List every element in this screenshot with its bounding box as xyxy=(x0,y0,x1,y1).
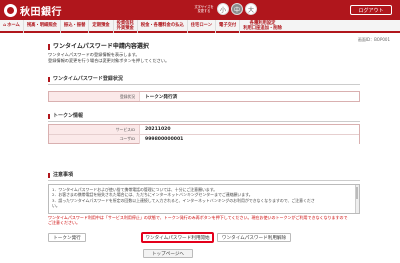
font-size-small-button[interactable]: 小 xyxy=(217,3,229,15)
service-id-label: サービスID xyxy=(115,126,135,132)
nav-foreign-deposit-label: 外貨預金 xyxy=(116,25,134,31)
registration-section-title: ワンタイムパスワード登録状況 xyxy=(48,77,123,82)
notice-scrollbar-thumb[interactable] xyxy=(356,187,358,199)
user-id-value: 999800000001 xyxy=(139,134,359,144)
section-divider xyxy=(48,84,360,85)
section-divider xyxy=(48,180,360,181)
registration-label: 登録状況 xyxy=(119,93,135,99)
header-bar: 秋田銀行 文字サイズを変更する 小 中 大 ログアウト xyxy=(0,0,400,20)
warning-text: ワンタイムパスワード利用中は「サービス利用停止」の状態で、トークン発行のみ再ボタ… xyxy=(48,215,363,225)
token-issue-button[interactable]: トークン発行 xyxy=(48,233,86,242)
page-description: ワンタイムパスワードの登録情報を表示します。 登録情報の変更を行う場合は変更対象… xyxy=(48,52,169,63)
font-size-label: 文字サイズを変更する xyxy=(194,5,214,13)
nav-e-delivery[interactable]: 電子交付 xyxy=(216,20,241,33)
nav-home[interactable]: ⌂ ホーム xyxy=(0,20,24,33)
section-divider xyxy=(48,121,360,122)
bank-name: 秋田銀行 xyxy=(20,7,62,18)
logout-button[interactable]: ログアウト xyxy=(350,5,392,15)
otp-start-button[interactable]: ワンタイムパスワード利用開始 xyxy=(141,232,214,243)
font-size-switcher: 文字サイズを変更する 小 中 大 xyxy=(193,3,257,15)
service-id-value: 20211020 xyxy=(139,125,359,134)
table-row: ユーザID 999800000001 xyxy=(49,134,359,144)
notice-line: 3．誤ったワンタイムパスワードを所定の回数以上連続して入力されると、インターネッ… xyxy=(52,197,315,203)
token-table: サービスID 20211020 ユーザID 999800000001 xyxy=(48,124,360,144)
nav-housing-loan[interactable]: 住宅ローン xyxy=(188,20,217,33)
table-row: サービスID 20211020 xyxy=(49,125,359,134)
bank-logo[interactable]: 秋田銀行 xyxy=(4,3,62,18)
notice-section-title: 注意事項 xyxy=(48,173,73,178)
registration-value: トークン発行済 xyxy=(139,92,359,101)
page-title: ワンタイムパスワード申請内容選択 xyxy=(48,44,149,50)
warning-line-2: ご注意ください。 xyxy=(48,220,80,226)
screen-id: 画面ID：BOP001 xyxy=(357,37,390,42)
nav-time-deposit[interactable]: 定期預金 xyxy=(89,20,114,33)
main-nav: ⌂ ホーム 残高・明細照会 振込・振替 定期預金 投資信託 外貨預金 税金・各種… xyxy=(0,20,400,33)
notice-scroll-box[interactable]: 1．ワンタイムパスワードおよび使い捨て携帯電話の管理については、十分にご注意願い… xyxy=(48,184,360,214)
bank-logo-mark-icon xyxy=(4,4,17,17)
font-size-medium-button[interactable]: 中 xyxy=(231,3,243,15)
registration-table: 登録状況 トークン発行済 xyxy=(48,91,360,102)
page-description-line-2: 登録情報の変更を行う場合は変更対象ボタンを押してください。 xyxy=(48,57,170,63)
nav-account-add-label: 利用口座追加・削除 xyxy=(243,25,282,31)
nav-settings[interactable]: 各種利用設定 利用口座追加・削除 xyxy=(240,20,285,33)
top-page-button[interactable]: トップページへ xyxy=(143,249,193,258)
nav-transfer[interactable]: 振込・振替 xyxy=(61,20,90,33)
home-icon: ⌂ xyxy=(3,23,7,29)
nav-investment[interactable]: 投資信託 外貨預金 xyxy=(114,20,138,33)
notice-line: い。 xyxy=(52,202,60,208)
nav-home-label: ホーム xyxy=(7,23,20,29)
nav-balance[interactable]: 残高・明細照会 xyxy=(24,20,61,33)
registration-row: 登録状況 トークン発行済 xyxy=(49,92,359,101)
font-size-large-button[interactable]: 大 xyxy=(245,3,257,15)
nav-tax-payment[interactable]: 税金・各種料金の払込 xyxy=(138,20,188,33)
warning-line-1: ワンタイムパスワード利用中は「サービス利用停止」の状態で、トークン発行のみ再ボタ… xyxy=(48,215,348,220)
otp-cancel-button[interactable]: ワンタイムパスワード利用解除 xyxy=(217,233,291,242)
user-id-label: ユーザID xyxy=(119,136,135,141)
token-section-title: トークン情報 xyxy=(48,114,83,119)
